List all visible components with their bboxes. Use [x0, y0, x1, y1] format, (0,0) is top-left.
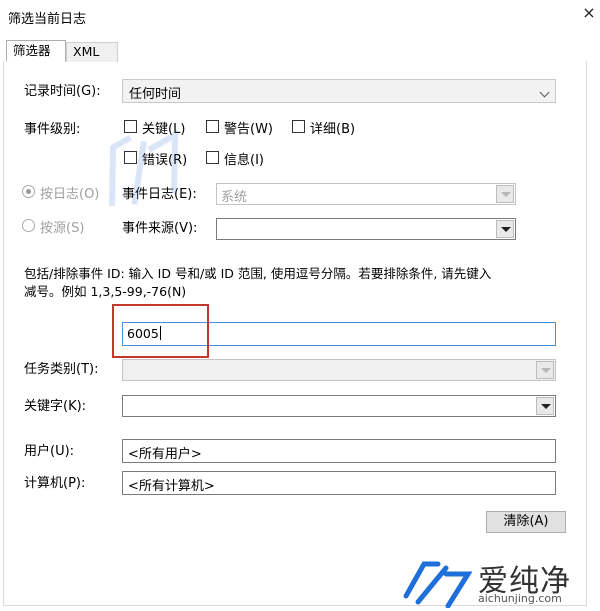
user-value: <所有用户> [128, 447, 202, 462]
computer-input[interactable]: <所有计算机> [122, 471, 556, 495]
task-category-select[interactable] [122, 359, 556, 381]
user-input[interactable]: <所有用户> [122, 439, 556, 463]
event-source-select[interactable] [216, 218, 516, 240]
event-id-description-line1: 包括/排除事件 ID: 输入 ID 号和/或 ID 范围, 使用逗号分隔。若要排… [24, 266, 492, 281]
by-source-label: 按源(S) [40, 221, 85, 236]
by-log-radio[interactable] [22, 185, 35, 198]
keywords-label: 关键字(K): [24, 399, 87, 414]
tab-filter[interactable]: 筛选器 [6, 40, 66, 62]
verbose-label: 详细(B) [310, 122, 356, 137]
logged-label: 记录时间(G): [24, 84, 101, 99]
event-log-value: 系统 [221, 190, 248, 205]
chevron-down-icon [496, 185, 514, 203]
close-button[interactable]: × [580, 4, 598, 22]
clear-button[interactable]: 清除(A) [486, 511, 566, 533]
logged-select[interactable]: 任何时间 [122, 79, 556, 103]
user-label: 用户(U): [24, 444, 75, 459]
warning-checkbox[interactable] [206, 120, 219, 133]
watermark-url: aichunjing.com [478, 592, 562, 605]
warning-label: 警告(W) [224, 122, 273, 137]
chevron-down-icon [535, 80, 555, 102]
information-label: 信息(I) [224, 153, 264, 168]
event-log-select[interactable]: 系统 [216, 183, 516, 205]
verbose-checkbox[interactable] [292, 120, 305, 133]
by-source-radio[interactable] [22, 219, 35, 232]
chevron-down-icon [496, 220, 514, 238]
information-checkbox[interactable] [206, 151, 219, 164]
event-level-label: 事件级别: [24, 122, 81, 137]
tab-xml[interactable]: XML [66, 42, 118, 62]
event-id-description-line2: 减号。例如 1,3,5-99,-76(N) [24, 284, 187, 299]
task-category-label: 任务类别(T): [24, 362, 99, 377]
keywords-select[interactable] [122, 395, 556, 417]
chevron-down-icon [536, 397, 554, 415]
highlight-box [112, 304, 209, 358]
computer-label: 计算机(P): [24, 476, 86, 491]
watermark-logo [403, 561, 472, 608]
computer-value: <所有计算机> [128, 479, 215, 494]
window-title: 筛选当前日志 [8, 12, 87, 27]
chevron-down-icon [536, 361, 554, 379]
